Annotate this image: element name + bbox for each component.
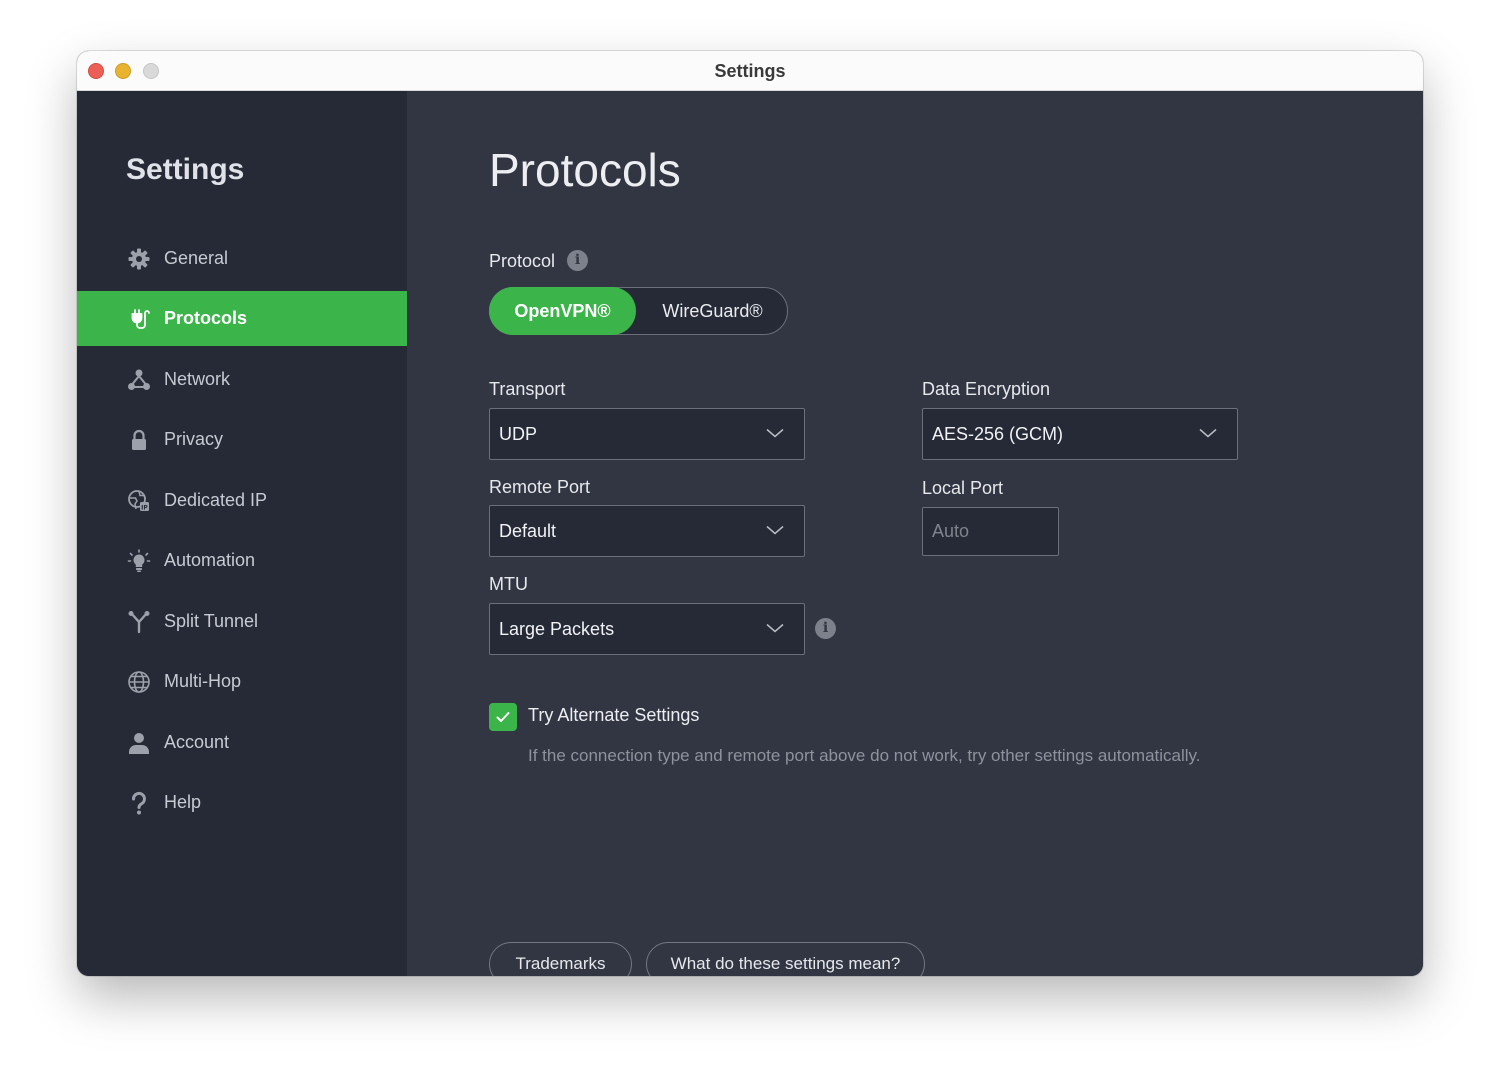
plug-icon xyxy=(126,306,152,332)
data-encryption-label: Data Encryption xyxy=(922,379,1051,399)
lightbulb-icon xyxy=(126,548,152,574)
sidebar-item-multi-hop[interactable]: Multi-Hop xyxy=(77,654,407,709)
alternate-settings-hint: If the connection type and remote port a… xyxy=(528,746,1201,765)
globe-icon xyxy=(126,669,152,695)
openvpn-option[interactable]: OpenVPN® xyxy=(489,287,636,335)
sidebar-item-protocols[interactable]: Protocols xyxy=(77,291,407,346)
chevron-down-icon xyxy=(766,428,784,438)
mtu-label: MTU xyxy=(489,574,528,594)
sidebar-item-label: Dedicated IP xyxy=(164,490,268,510)
sidebar-item-network[interactable]: Network xyxy=(77,352,407,407)
transport-value: UDP xyxy=(499,424,538,444)
gear-icon xyxy=(126,246,152,272)
sidebar-item-split-tunnel[interactable]: Split Tunnel xyxy=(77,594,407,649)
chevron-down-icon xyxy=(766,623,784,633)
trademarks-button[interactable]: Trademarks xyxy=(489,942,632,976)
sidebar-item-label: Protocols xyxy=(164,308,248,328)
sidebar-item-label: Automation xyxy=(164,550,256,570)
sidebar-item-label: Privacy xyxy=(164,429,224,449)
transport-label: Transport xyxy=(489,379,566,399)
dedicated-ip-icon: IP xyxy=(126,488,152,514)
data-encryption-select[interactable]: AES-256 (GCM) xyxy=(922,408,1238,460)
chevron-down-icon xyxy=(766,525,784,535)
protocol-segmented-control: OpenVPN® WireGuard® xyxy=(489,287,788,335)
sidebar-item-account[interactable]: Account xyxy=(77,715,407,770)
alternate-settings-checkbox[interactable] xyxy=(489,703,517,731)
checkmark-icon xyxy=(496,712,510,722)
svg-text:IP: IP xyxy=(141,504,148,511)
sidebar-item-dedicated-ip[interactable]: IP Dedicated IP xyxy=(77,473,407,528)
main-content: Protocols Protocol i OpenVPN® WireGuard®… xyxy=(407,91,1423,976)
lock-icon xyxy=(126,427,152,453)
sidebar-item-label: Account xyxy=(164,732,230,752)
sidebar-item-general[interactable]: General xyxy=(77,231,407,286)
chevron-down-icon xyxy=(1199,428,1217,438)
title-bar: Settings xyxy=(77,51,1423,91)
transport-select[interactable]: UDP xyxy=(489,408,805,460)
remote-port-value: Default xyxy=(499,521,557,541)
mtu-value: Large Packets xyxy=(499,619,615,639)
sidebar-item-automation[interactable]: Automation xyxy=(77,533,407,588)
sidebar-item-help[interactable]: Help xyxy=(77,775,407,830)
sidebar-item-label: Multi-Hop xyxy=(164,671,242,691)
protocol-info-icon[interactable]: i xyxy=(567,250,588,271)
local-port-label: Local Port xyxy=(922,478,1004,498)
remote-port-select[interactable]: Default xyxy=(489,505,805,557)
protocol-label: Protocol xyxy=(489,251,556,271)
window-title: Settings xyxy=(714,61,786,81)
data-encryption-value: AES-256 (GCM) xyxy=(932,424,1064,444)
user-icon xyxy=(126,730,152,756)
wireguard-option[interactable]: WireGuard® xyxy=(636,287,789,335)
sidebar-item-label: General xyxy=(164,248,229,268)
sidebar-item-label: Help xyxy=(164,792,202,812)
sidebar-item-label: Split Tunnel xyxy=(164,611,259,631)
sidebar: Settings General Protocols Network Priva… xyxy=(77,91,407,976)
settings-window: Settings Settings General Protocols Netw… xyxy=(77,51,1423,976)
page-title: Protocols xyxy=(489,144,681,196)
sidebar-item-label: Network xyxy=(164,369,231,389)
network-icon xyxy=(126,367,152,393)
mtu-select[interactable]: Large Packets xyxy=(489,603,805,655)
sidebar-title: Settings xyxy=(126,153,245,186)
local-port-input[interactable] xyxy=(922,507,1059,556)
settings-explanation-button[interactable]: What do these settings mean? xyxy=(646,942,925,976)
sidebar-item-privacy[interactable]: Privacy xyxy=(77,412,407,467)
alternate-settings-label[interactable]: Try Alternate Settings xyxy=(528,705,699,726)
split-icon xyxy=(126,609,152,635)
remote-port-label: Remote Port xyxy=(489,477,591,497)
mtu-info-icon[interactable]: i xyxy=(815,618,836,639)
question-icon xyxy=(126,790,152,816)
